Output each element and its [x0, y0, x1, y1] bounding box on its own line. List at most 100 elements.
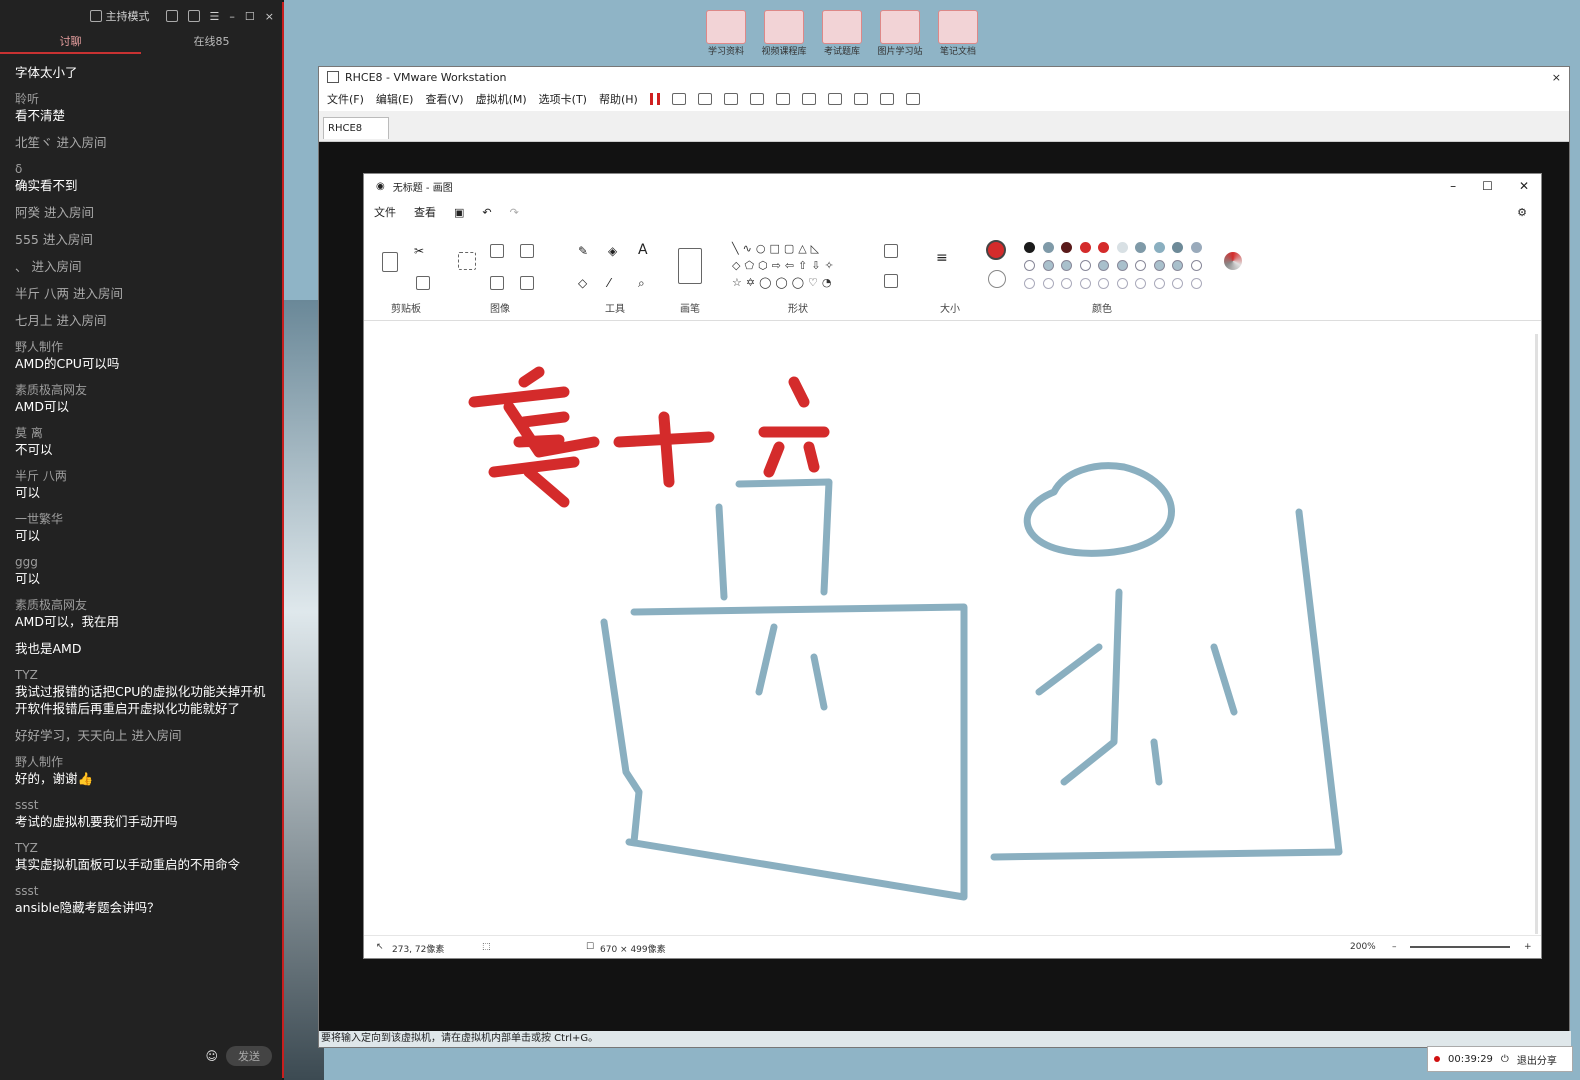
color-swatch[interactable]	[1172, 278, 1183, 289]
paste-icon[interactable]	[382, 252, 398, 272]
zoom-out-icon[interactable]: –	[1392, 942, 1397, 952]
menu-edit[interactable]: 编辑(E)	[376, 91, 414, 107]
color-swatch[interactable]	[1098, 278, 1109, 289]
settings-icon[interactable]	[165, 10, 178, 22]
color-swatch[interactable]	[1061, 242, 1072, 253]
edit-colors-icon[interactable]	[1224, 252, 1242, 270]
color-swatch[interactable]	[1024, 278, 1035, 289]
cut-icon[interactable]: ✂	[414, 244, 424, 258]
emoji-icon[interactable]: ☺	[205, 1049, 218, 1063]
minimize-icon[interactable]: –	[1450, 179, 1456, 193]
close-icon[interactable]: ×	[1552, 71, 1569, 84]
outline-icon[interactable]	[884, 244, 898, 258]
vertical-scrollbar[interactable]	[1535, 334, 1538, 934]
size-icon[interactable]: ≡	[936, 250, 948, 266]
desktop-icon[interactable]: 笔记文档	[932, 10, 984, 57]
redo-icon[interactable]: ↷	[510, 206, 519, 219]
undo-icon[interactable]: ↶	[482, 206, 491, 219]
paint-canvas[interactable]	[364, 322, 1541, 932]
menu-icon[interactable]: ☰	[210, 10, 220, 23]
maximize-icon[interactable]: ☐	[1482, 179, 1493, 193]
console-icon[interactable]	[879, 93, 894, 105]
color-swatch[interactable]	[1079, 242, 1091, 253]
save-icon[interactable]: ▣	[454, 206, 464, 219]
pencil-icon[interactable]: ✎	[578, 244, 588, 258]
menu-help[interactable]: 帮助(H)	[599, 91, 638, 107]
zoom-slider[interactable]	[1410, 946, 1510, 948]
unity-icon[interactable]	[853, 93, 868, 105]
shapes-gallery[interactable]: ╲∿○□▢△◺ ◇⬠⬡⇨⇦⇧⇩✧ ☆✡◯◯◯♡◔	[732, 240, 838, 291]
color-swatch[interactable]	[1116, 260, 1128, 271]
fullscreen-icon[interactable]	[827, 93, 842, 105]
color-swatch[interactable]	[1024, 242, 1035, 253]
color-swatch[interactable]	[1042, 242, 1054, 253]
send-ctrl-alt-del-icon[interactable]	[671, 93, 686, 105]
menu-view[interactable]: 查看	[414, 204, 436, 220]
desktop-icon[interactable]: 考试题库	[816, 10, 868, 57]
menu-file[interactable]: 文件(F)	[327, 91, 364, 107]
close-icon[interactable]: ×	[265, 10, 274, 23]
tab-chat[interactable]: 讨聊	[0, 32, 141, 54]
color-swatch[interactable]	[1190, 260, 1202, 271]
menu-view[interactable]: 查看(V)	[425, 91, 463, 107]
menu-tabs[interactable]: 选项卡(T)	[539, 91, 587, 107]
send-button[interactable]: 发送	[226, 1046, 272, 1066]
tab-rhce8[interactable]: RHCE8	[323, 117, 389, 139]
stop-sharing-button[interactable]: 退出分享	[1517, 1052, 1557, 1067]
settings-icon[interactable]: ⚙	[1517, 206, 1541, 219]
color-swatch[interactable]	[1135, 242, 1146, 253]
color2-swatch[interactable]	[988, 270, 1006, 288]
color-swatch[interactable]	[1153, 278, 1165, 289]
revert-snapshot-icon[interactable]	[723, 93, 738, 105]
snapshot-icon[interactable]	[697, 93, 712, 105]
color-swatch[interactable]	[1024, 260, 1035, 271]
color-swatch[interactable]	[1098, 260, 1109, 271]
color-swatch[interactable]	[1042, 260, 1054, 271]
tab-online[interactable]: 在线85	[141, 32, 282, 54]
menu-file[interactable]: 文件	[374, 204, 396, 220]
select-icon[interactable]	[458, 252, 476, 270]
color-swatch[interactable]	[1172, 260, 1183, 271]
host-mode[interactable]: 主持模式	[89, 8, 150, 24]
color-swatch[interactable]	[1153, 242, 1165, 253]
color-swatch[interactable]	[1061, 260, 1072, 271]
popout-icon[interactable]	[187, 10, 200, 22]
color1-swatch[interactable]	[986, 240, 1006, 260]
color-swatch[interactable]	[1098, 242, 1109, 253]
color-swatch[interactable]	[1116, 278, 1128, 289]
color-swatch[interactable]	[1042, 278, 1054, 289]
minimize-icon[interactable]: –	[229, 10, 235, 23]
copy-icon[interactable]	[416, 276, 430, 290]
close-icon[interactable]: ✕	[1519, 179, 1529, 193]
snapshot-manager-icon[interactable]	[749, 93, 764, 105]
rotate-icon[interactable]	[520, 276, 534, 290]
color-swatch[interactable]	[1061, 278, 1072, 289]
eraser-icon[interactable]: ◇	[578, 276, 587, 290]
color-swatch[interactable]	[1079, 260, 1091, 271]
color-swatch[interactable]	[1135, 278, 1146, 289]
zoom-in-icon[interactable]: +	[1524, 942, 1532, 952]
maximize-icon[interactable]: ☐	[245, 10, 255, 23]
color-swatch[interactable]	[1190, 278, 1202, 289]
color-swatch[interactable]	[1116, 242, 1128, 253]
menu-vm[interactable]: 虚拟机(M)	[476, 91, 527, 107]
desktop-icon[interactable]: 图片学习站	[874, 10, 926, 57]
thumbnail-icon[interactable]	[801, 93, 816, 105]
fill-icon[interactable]: ◈	[608, 244, 617, 258]
color-swatch[interactable]	[1190, 242, 1202, 253]
remove-background-icon[interactable]	[520, 244, 534, 258]
resize-icon[interactable]	[490, 276, 504, 290]
color-swatch[interactable]	[1172, 242, 1183, 253]
desktop-icon[interactable]: 视频课程库	[758, 10, 810, 57]
color-swatch[interactable]	[1079, 278, 1091, 289]
color-picker-icon[interactable]: ⁄	[608, 276, 610, 290]
text-icon[interactable]: A	[638, 242, 648, 258]
library-icon[interactable]	[775, 93, 790, 105]
desktop-icon[interactable]: 学习资料	[700, 10, 752, 57]
color-swatch[interactable]	[1153, 260, 1165, 271]
magnifier-icon[interactable]: ⌕	[638, 276, 645, 291]
fill-shape-icon[interactable]	[884, 274, 898, 288]
color-swatch[interactable]	[1135, 260, 1146, 271]
crop-icon[interactable]	[490, 244, 504, 258]
stretch-icon[interactable]	[905, 93, 920, 105]
